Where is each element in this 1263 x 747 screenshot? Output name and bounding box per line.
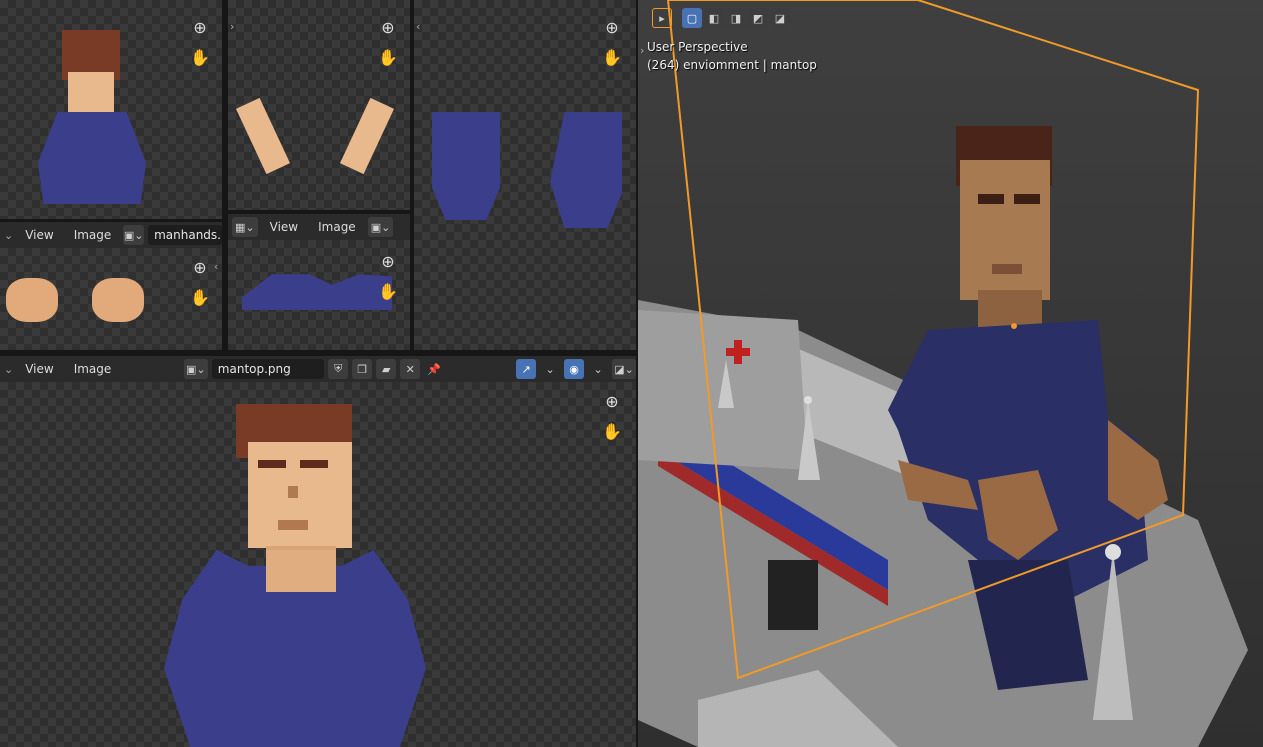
3d-viewport[interactable]: ▸ ▢ ◧ ◨ ◩ ◪ › User Perspective (264) env…: [638, 0, 1263, 747]
hand-pan-icon[interactable]: ✋: [376, 280, 400, 304]
neck-front: [266, 550, 336, 592]
right-hand: [92, 278, 144, 322]
mouth: [278, 520, 308, 530]
wheel: [768, 560, 818, 630]
hand-pan-icon[interactable]: ✋: [600, 420, 624, 444]
chevron-down-icon[interactable]: ⌄: [540, 359, 560, 379]
hand-pan-icon[interactable]: ✋: [188, 286, 212, 310]
close-icon[interactable]: ✕: [400, 359, 421, 379]
snap-icon[interactable]: ↗: [516, 359, 537, 379]
hand-pan-icon[interactable]: ✋: [600, 46, 624, 70]
menu-image[interactable]: Image: [66, 225, 120, 245]
select-invert-icon[interactable]: ◩: [748, 8, 768, 28]
select-new-icon[interactable]: ▢: [682, 8, 702, 28]
zoom-icon[interactable]: ⊕: [600, 16, 624, 40]
hand-pan-icon[interactable]: ✋: [188, 46, 212, 70]
toolbar-toggle-icon[interactable]: ›: [640, 44, 644, 57]
character-shirt: [38, 112, 146, 204]
right-arm: [340, 97, 394, 175]
light-bulb: [1105, 544, 1121, 560]
menu-view[interactable]: View: [262, 217, 306, 237]
right-sleeve: [550, 112, 622, 228]
sidebar-toggle-icon[interactable]: ›: [230, 20, 234, 33]
menu-image[interactable]: Image: [310, 217, 364, 237]
fake-user-shield-icon[interactable]: ⛨: [328, 359, 349, 379]
image-name-field[interactable]: manhands.pn: [148, 225, 222, 245]
left-hand: [6, 278, 58, 322]
chevron-down-icon[interactable]: ⌄: [4, 363, 13, 376]
display-channels-icon[interactable]: ◪⌄: [612, 359, 636, 379]
area-divider[interactable]: [0, 219, 222, 222]
image-editor-mantop-small[interactable]: ⊕ ✋ ‹: [0, 0, 222, 219]
left-arm: [236, 97, 290, 175]
object-origin: [1011, 323, 1017, 329]
viewport-perspective-label: User Perspective: [647, 40, 748, 54]
viewport-scene: [638, 0, 1263, 747]
select-tool-icon[interactable]: ▸: [652, 8, 672, 28]
area-divider[interactable]: [228, 210, 410, 214]
image-browse-icon[interactable]: ▣⌄: [183, 359, 208, 379]
menu-view[interactable]: View: [17, 225, 61, 245]
red-cross-vertical: [734, 340, 742, 364]
sidebar-toggle-icon[interactable]: ‹: [416, 20, 420, 33]
left-eyebrow: [258, 460, 286, 468]
chevron-down-icon[interactable]: ⌄: [4, 229, 13, 242]
zoom-icon[interactable]: ⊕: [600, 390, 624, 414]
menu-view[interactable]: View: [17, 359, 61, 379]
image-browse-icon[interactable]: ▣⌄: [367, 217, 394, 237]
collar-strip: [242, 274, 392, 310]
area-divider[interactable]: [222, 0, 228, 356]
viewport-object-info: (264) enviomment | mantop: [647, 58, 817, 72]
select-extend-icon[interactable]: ◧: [704, 8, 724, 28]
folder-icon[interactable]: ▰: [376, 359, 397, 379]
image-editor-header-main: ⌄ View Image ▣⌄ mantop.png ⛨ ❐ ▰ ✕ 📌 ↗ ⌄…: [0, 356, 636, 382]
light-bulb-small: [804, 396, 812, 404]
area-divider[interactable]: [636, 0, 638, 747]
character-face-3d: [960, 160, 1050, 300]
right-eyebrow: [300, 460, 328, 468]
image-editor-arms[interactable]: ⊕ ✋ ›: [228, 0, 410, 210]
texture-browse-icon[interactable]: ▦⌄: [232, 217, 258, 237]
duplicate-icon[interactable]: ❐: [352, 359, 373, 379]
nose: [288, 486, 298, 498]
left-eyebrow-3d: [978, 194, 1004, 204]
character-face: [248, 442, 352, 548]
image-editor-mantop-main[interactable]: ⊕ ✋: [0, 382, 636, 747]
image-name-field[interactable]: mantop.png: [211, 359, 325, 379]
zoom-icon[interactable]: ⊕: [376, 250, 400, 274]
character-face: [68, 72, 114, 118]
selection-mode-group: ▢ ◧ ◨ ◩ ◪: [682, 8, 790, 28]
mouth-3d: [992, 264, 1022, 274]
overlays-icon[interactable]: ◉: [564, 359, 585, 379]
pin-icon[interactable]: 📌: [424, 359, 444, 379]
image-editor-header-middle: ▦⌄ View Image ▣⌄: [228, 214, 410, 240]
image-editor-collar[interactable]: ⊕ ✋: [228, 240, 410, 350]
sidebar-toggle-icon[interactable]: ‹: [214, 260, 218, 273]
image-browse-icon[interactable]: ▣⌄: [123, 225, 145, 245]
zoom-icon[interactable]: ⊕: [376, 16, 400, 40]
image-editor-hands[interactable]: ⊕ ✋ ‹: [0, 248, 222, 350]
image-editor-sleeves[interactable]: ⊕ ✋ ‹: [414, 0, 636, 350]
left-sleeve: [432, 112, 500, 220]
hand-pan-icon[interactable]: ✋: [376, 46, 400, 70]
select-subtract-icon[interactable]: ◨: [726, 8, 746, 28]
zoom-icon[interactable]: ⊕: [188, 256, 212, 280]
area-divider[interactable]: [410, 0, 414, 356]
select-intersect-icon[interactable]: ◪: [770, 8, 790, 28]
right-eyebrow-3d: [1014, 194, 1040, 204]
zoom-icon[interactable]: ⊕: [188, 16, 212, 40]
menu-image[interactable]: Image: [66, 359, 120, 379]
image-editor-header-manhands: ⌄ View Image ▣⌄ manhands.pn: [0, 222, 222, 248]
area-divider[interactable]: [0, 350, 636, 356]
chevron-down-icon[interactable]: ⌄: [588, 359, 608, 379]
